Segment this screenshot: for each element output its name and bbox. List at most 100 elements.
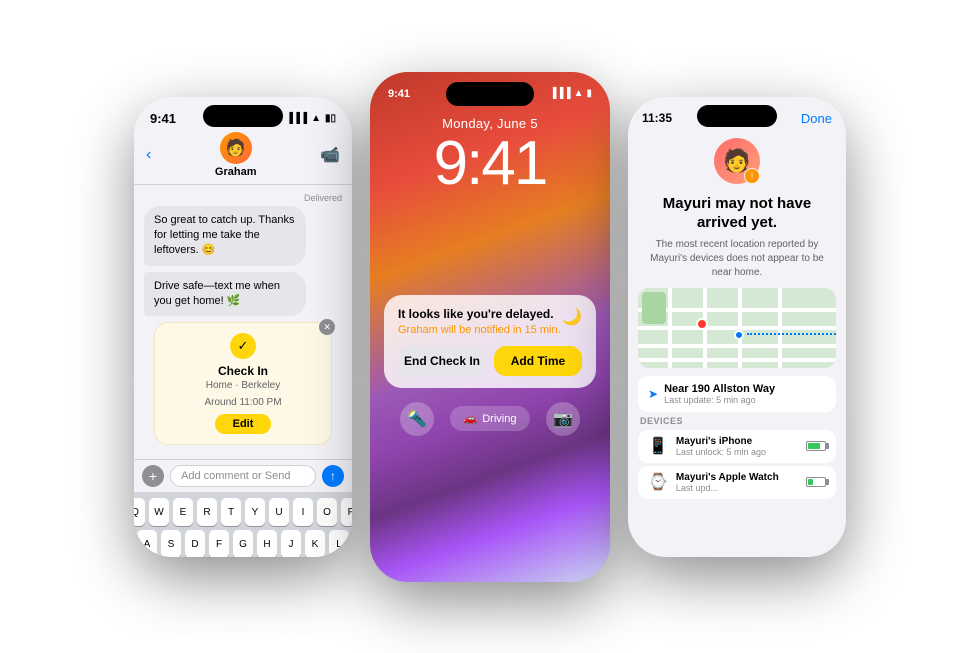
location-text: Near 190 Allston Way Last update: 5 min … <box>664 383 775 405</box>
key-d[interactable]: D <box>185 530 205 556</box>
add-time-button[interactable]: Add Time <box>494 346 582 376</box>
message-bubble-2: Drive safe—text me when you get home! 🌿 <box>144 272 306 317</box>
lock-status-time: 9:41 <box>388 88 410 100</box>
lock-notification-card: It looks like you're delayed. Graham wil… <box>384 295 596 388</box>
key-a[interactable]: A <box>137 530 157 556</box>
key-u[interactable]: U <box>269 498 289 526</box>
lock-notif-subtitle: Graham will be notified in 15 min. <box>398 324 582 336</box>
lock-status-icons: ▐▐▐ ▲ ▮ <box>549 88 592 99</box>
checkin-check-icon: ✓ <box>230 333 256 359</box>
message-input[interactable]: Add comment or Send <box>170 465 316 487</box>
contact-avatar: 🧑 <box>220 132 252 164</box>
map-pin-red <box>696 318 708 330</box>
done-button[interactable]: Done <box>801 111 832 126</box>
location-arrow-icon: ➤ <box>648 387 658 401</box>
device-row-watch: ⌚ Mayuri's Apple Watch Last upd... <box>638 466 836 499</box>
key-h[interactable]: H <box>257 530 277 556</box>
watch-battery <box>806 477 826 487</box>
device-row-iphone: 📱 Mayuri's iPhone Last unlock: 5 min ago <box>638 430 836 463</box>
iphone-icon: 📱 <box>648 436 668 456</box>
status-icons-1: ▐▐▐ ▲ ▮▯ <box>286 113 336 124</box>
video-button[interactable]: 📹 <box>320 145 340 165</box>
alert-map <box>638 288 836 368</box>
end-checkin-button[interactable]: End Check In <box>398 346 486 376</box>
lock-notif-emoji: 🌙 <box>562 307 582 327</box>
add-attachment-button[interactable]: + <box>142 465 164 487</box>
checkin-detail-1: Home · Berkeley <box>167 380 319 391</box>
contact-name: Graham <box>215 166 257 178</box>
key-g[interactable]: G <box>233 530 253 556</box>
devices-section: DEVICES 📱 Mayuri's iPhone Last unlock: 5… <box>628 416 846 499</box>
alert-avatar-section: 🧑 ! <box>628 130 846 194</box>
message-bubble-1: So great to catch up. Thanks for letting… <box>144 206 306 266</box>
key-p[interactable]: P <box>341 498 352 526</box>
key-q[interactable]: Q <box>134 498 145 526</box>
keyboard: Q W E R T Y U I O P A S D F G H J K L <box>134 492 352 556</box>
driving-mode-button[interactable]: 🚗 Driving <box>450 406 531 431</box>
phone-messages: 9:41 ▐▐▐ ▲ ▮▯ ‹ 🧑 Graham 📹 Delivered So … <box>134 97 352 557</box>
dynamic-island-1 <box>203 105 283 127</box>
key-w[interactable]: W <box>149 498 169 526</box>
car-icon: 🚗 <box>464 412 478 425</box>
watch-name: Mayuri's Apple Watch <box>676 472 779 483</box>
key-y[interactable]: Y <box>245 498 265 526</box>
checkin-card[interactable]: ✕ ✓ Check In Home · Berkeley Around 11:0… <box>154 322 332 445</box>
back-button[interactable]: ‹ <box>146 146 151 164</box>
lock-battery-icon: ▮ <box>586 88 592 99</box>
lock-notif-title: It looks like you're delayed. <box>398 307 582 321</box>
contact-info: 🧑 Graham <box>215 132 257 178</box>
key-l[interactable]: L <box>329 530 349 556</box>
map-pin-blue <box>734 330 744 340</box>
checkin-edit-button[interactable]: Edit <box>215 414 272 434</box>
alert-description: The most recent location reported by May… <box>628 238 846 280</box>
wifi-icon: ▲ <box>311 113 321 124</box>
delivered-label: Delivered <box>144 193 342 203</box>
iphone-name: Mayuri's iPhone <box>676 436 766 447</box>
phone-checkin-alert: 11:35 ▐▐▐ ▲ ▮ Done 🧑 ! Mayuri may not ha… <box>628 97 846 557</box>
signal-icon: ▐▐▐ <box>286 113 307 124</box>
camera-button[interactable]: 📷 <box>546 402 580 436</box>
map-background <box>638 288 836 368</box>
checkin-detail-2: Around 11:00 PM <box>167 397 319 408</box>
iphone-info: Mayuri's iPhone Last unlock: 5 min ago <box>676 436 766 457</box>
checkin-close-button[interactable]: ✕ <box>319 319 335 335</box>
alert-badge-icon: ! <box>744 168 760 184</box>
checkin-title: Check In <box>167 364 319 378</box>
keyboard-row-2: A S D F G H J K L <box>138 530 348 556</box>
lock-signal-icon: ▐▐▐ <box>549 88 570 99</box>
key-t[interactable]: T <box>221 498 241 526</box>
key-s[interactable]: S <box>161 530 181 556</box>
lock-bottom-bar: 🔦 🚗 Driving 📷 <box>370 388 610 446</box>
key-j[interactable]: J <box>281 530 301 556</box>
message-header: ‹ 🧑 Graham 📹 <box>134 130 352 185</box>
iphone-time: Last unlock: 5 min ago <box>676 447 766 457</box>
map-park <box>642 292 666 324</box>
location-update-time: Last update: 5 min ago <box>664 395 775 405</box>
send-button[interactable]: ↑ <box>322 465 344 487</box>
lock-screen-time: 9:41 <box>370 133 610 195</box>
battery-icon: ▮▯ <box>325 113 336 124</box>
iphone-battery-bar <box>806 441 826 451</box>
dynamic-island-3 <box>697 105 777 127</box>
message-input-bar: + Add comment or Send ↑ <box>134 459 352 492</box>
lock-wifi-icon: ▲ <box>574 88 584 99</box>
key-i[interactable]: I <box>293 498 313 526</box>
key-r[interactable]: R <box>197 498 217 526</box>
driving-label: Driving <box>482 413 516 425</box>
location-name: Near 190 Allston Way <box>664 383 775 395</box>
watch-time: Last upd... <box>676 483 779 493</box>
key-k[interactable]: K <box>305 530 325 556</box>
key-f[interactable]: F <box>209 530 229 556</box>
alert-avatar: 🧑 ! <box>714 138 760 184</box>
watch-info: Mayuri's Apple Watch Last upd... <box>676 472 779 493</box>
key-e[interactable]: E <box>173 498 193 526</box>
alert-location-row: ➤ Near 190 Allston Way Last update: 5 mi… <box>638 376 836 412</box>
flashlight-button[interactable]: 🔦 <box>400 402 434 436</box>
phone-lockscreen: 9:41 ▐▐▐ ▲ ▮ Monday, June 5 9:41 It look… <box>370 72 610 582</box>
status-time-1: 9:41 <box>150 111 176 126</box>
iphone-battery <box>806 441 826 451</box>
key-o[interactable]: O <box>317 498 337 526</box>
devices-label: DEVICES <box>638 416 836 426</box>
lock-notif-buttons: End Check In Add Time <box>398 346 582 376</box>
message-body: Delivered So great to catch up. Thanks f… <box>134 185 352 460</box>
